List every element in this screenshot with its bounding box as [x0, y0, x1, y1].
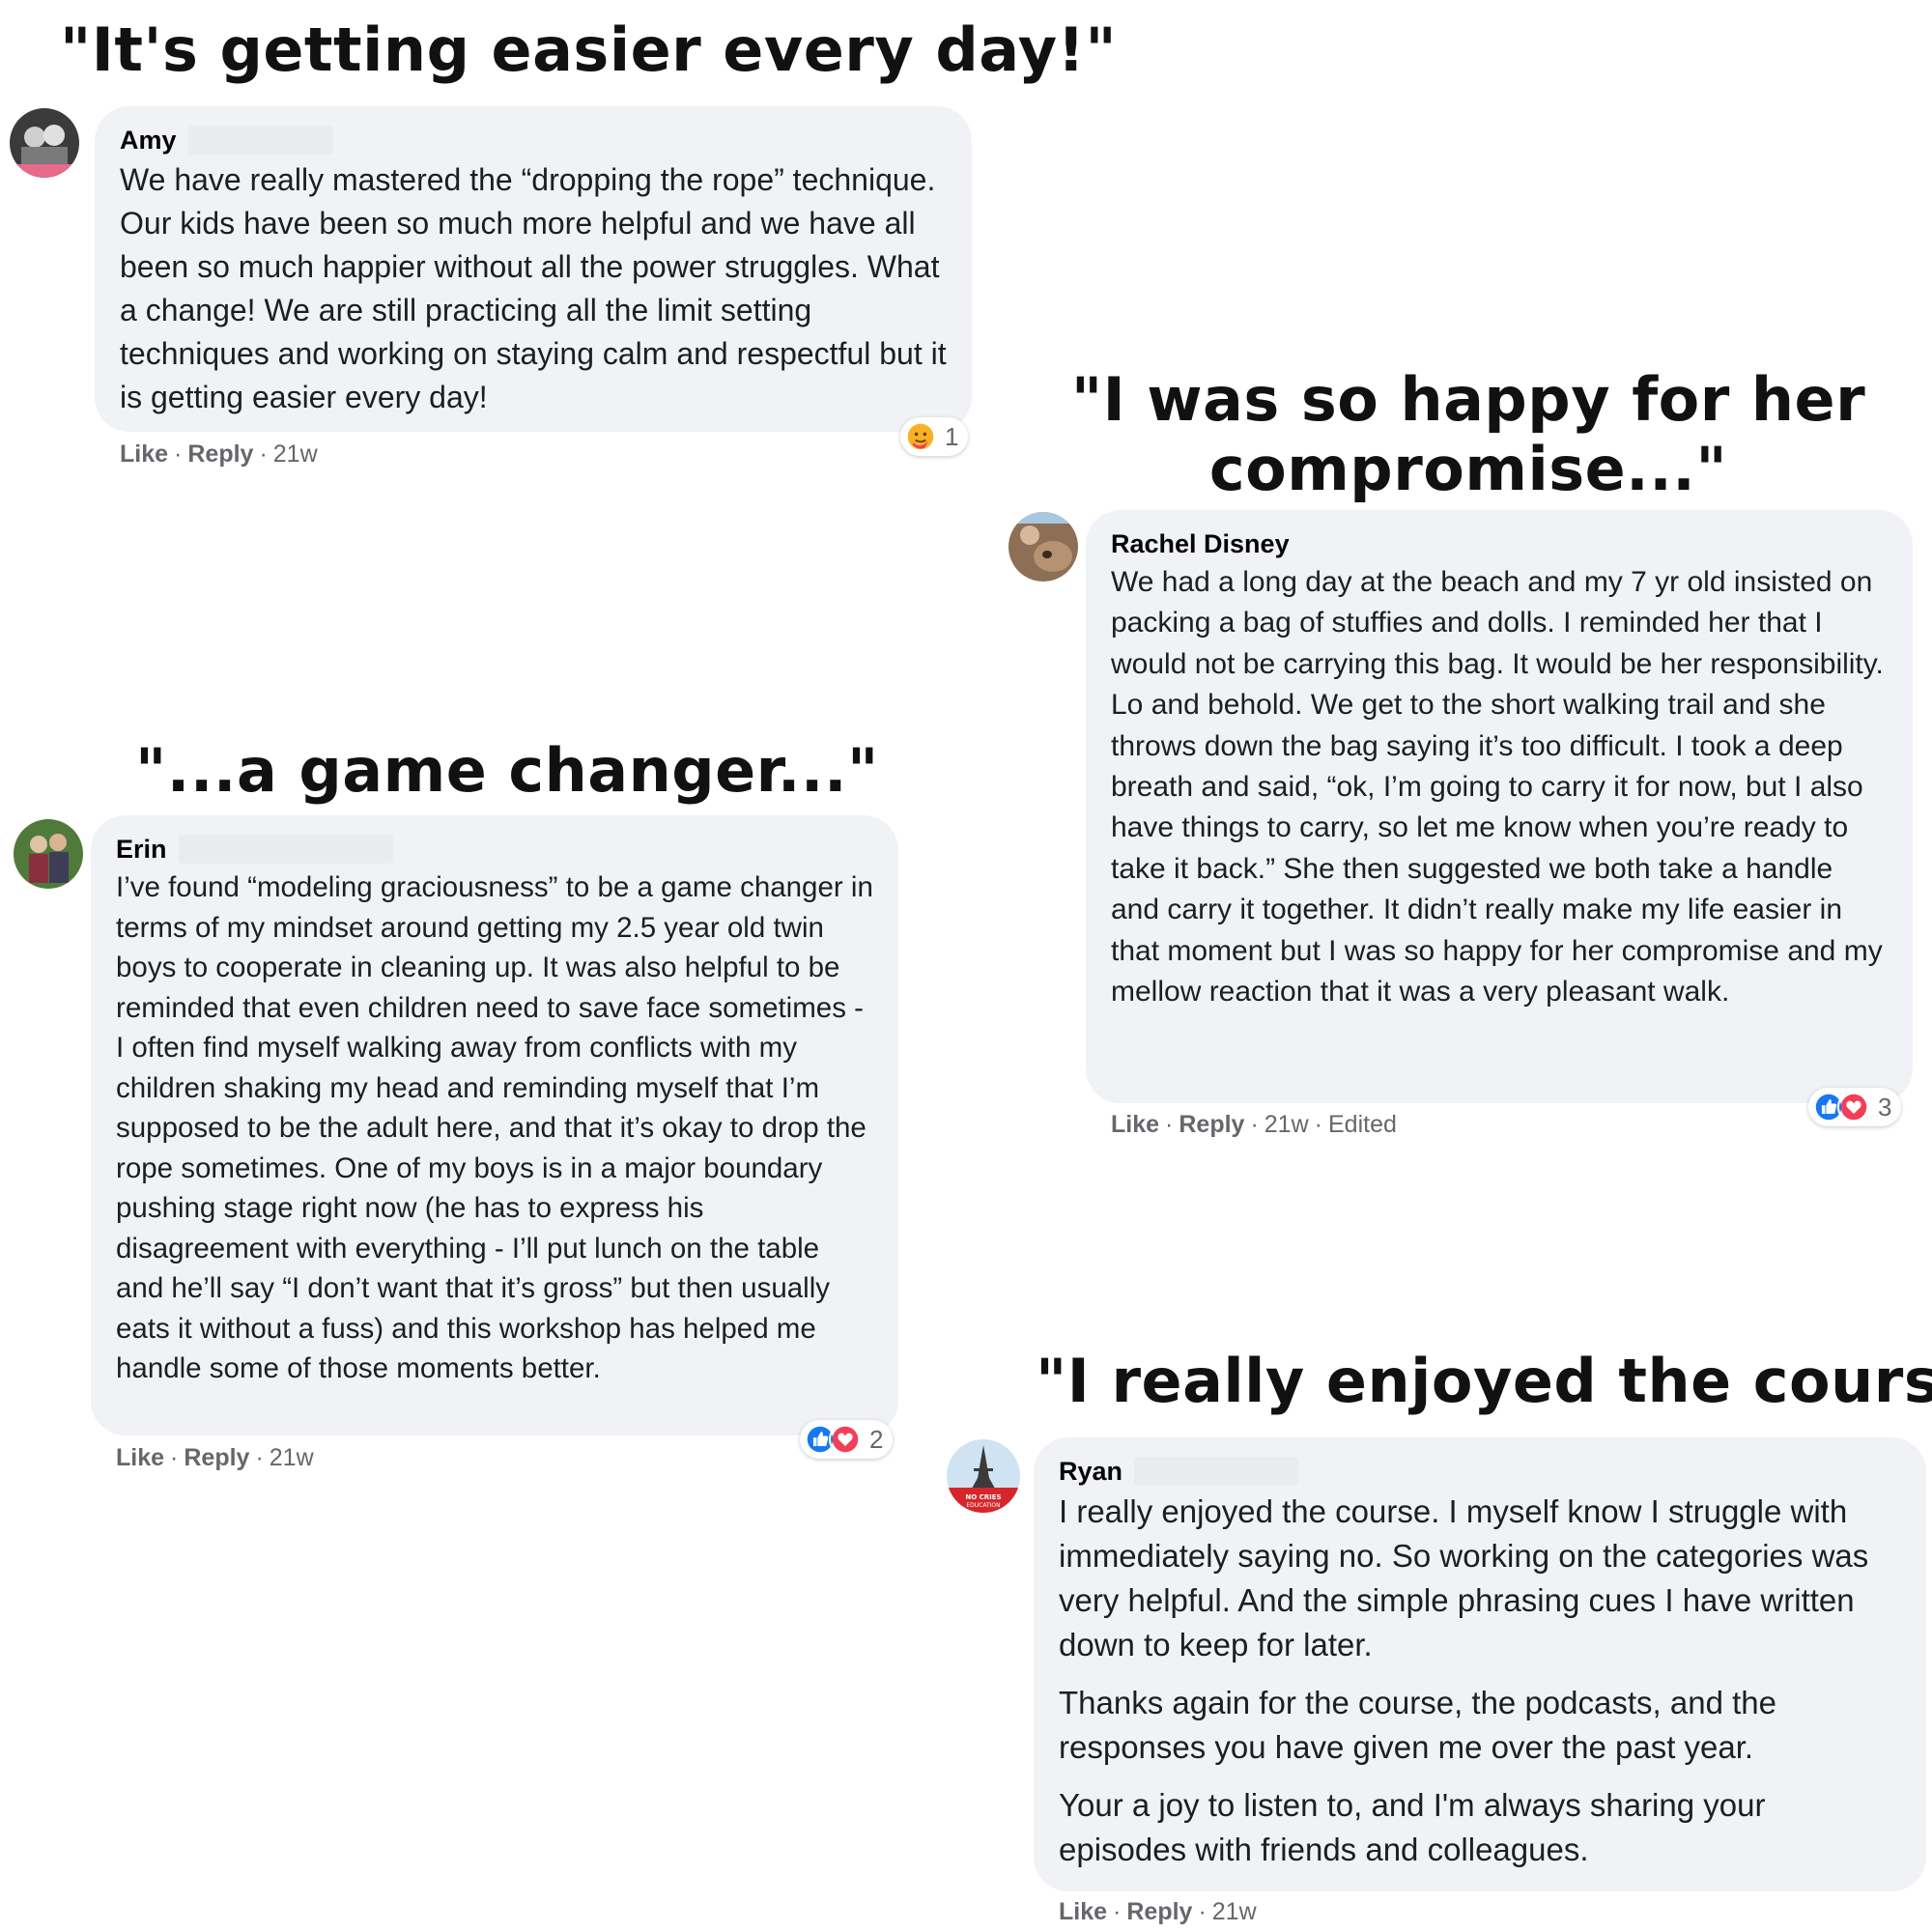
headline-rachel: "I was so happy for her compromise..." — [1070, 364, 1866, 504]
comment-paragraph-ryan-1: I really enjoyed the course. I myself kn… — [1059, 1493, 1869, 1662]
headline-ryan: "I really enjoyed the course" — [1036, 1346, 1932, 1416]
reaction-count-rachel: 3 — [1878, 1092, 1892, 1122]
author-name-amy[interactable]: Amy — [120, 124, 177, 156]
comment-author-ryan[interactable]: Ryan — [1059, 1455, 1901, 1488]
comment-author-erin[interactable]: Erin — [116, 833, 873, 866]
author-surname-redacted-erin — [178, 835, 393, 864]
comment-text-amy: We have really mastered the “dropping th… — [120, 162, 947, 414]
comment-text-rachel: We had a long day at the beach and my 7 … — [1111, 566, 1884, 1009]
comment-actions-ryan: Like · Reply · 21w — [1059, 1898, 1257, 1925]
comment-actions-amy: Like · Reply · 21w — [120, 440, 318, 468]
timestamp-erin[interactable]: 21w — [270, 1444, 314, 1471]
comment-bubble-ryan: Ryan I really enjoyed the course. I myse… — [1034, 1437, 1926, 1891]
avatar-amy[interactable] — [10, 108, 79, 178]
avatar-rachel[interactable] — [1009, 512, 1078, 582]
love-icon — [1837, 1091, 1870, 1123]
reaction-summary-rachel[interactable]: 3 — [1808, 1088, 1902, 1126]
svg-text:EDUCATION: EDUCATION — [966, 1502, 1000, 1509]
comment-bubble-erin: Erin I’ve found “modeling graciousness” … — [91, 815, 898, 1435]
svg-text:NO CRIES: NO CRIES — [965, 1493, 1001, 1501]
comment-actions-rachel: Like · Reply · 21w · Edited — [1111, 1111, 1397, 1138]
comment-actions-erin: Like · Reply · 21w — [116, 1444, 314, 1471]
reply-button-rachel[interactable]: Reply — [1179, 1111, 1244, 1138]
reply-button-amy[interactable]: Reply — [187, 440, 253, 468]
author-surname-redacted-ryan — [1134, 1457, 1299, 1486]
timestamp-amy[interactable]: 21w — [273, 440, 318, 468]
comment-bubble-rachel: Rachel Disney We had a long day at the b… — [1086, 510, 1913, 1103]
avatar-ryan-logo: NO CRIES EDUCATION — [947, 1439, 1020, 1513]
comment-author-rachel[interactable]: Rachel Disney — [1111, 527, 1888, 560]
comment-text-erin: I’ve found “modeling graciousness” to be… — [116, 871, 873, 1384]
care-icon — [904, 420, 937, 453]
avatar-amy-photo — [10, 108, 79, 178]
comment-paragraph-ryan-2: Thanks again for the course, the podcast… — [1059, 1685, 1776, 1765]
reaction-summary-amy[interactable]: 1 — [900, 417, 969, 456]
author-name-erin[interactable]: Erin — [116, 833, 167, 866]
reaction-count-amy: 1 — [945, 421, 959, 451]
author-surname-redacted-amy — [187, 126, 333, 155]
comment-bubble-amy: Amy We have really mastered the “droppin… — [95, 106, 972, 432]
avatar-erin[interactable] — [14, 819, 83, 889]
comment-author-amy[interactable]: Amy — [120, 124, 947, 156]
author-name-rachel[interactable]: Rachel Disney — [1111, 527, 1290, 560]
headline-erin: "...a game changer..." — [135, 735, 879, 806]
headline-amy: "It's getting easier every day!" — [60, 14, 1118, 85]
love-icon — [829, 1423, 862, 1456]
reaction-count-erin: 2 — [869, 1424, 884, 1454]
reply-button-ryan[interactable]: Reply — [1126, 1898, 1192, 1925]
like-button-rachel[interactable]: Like — [1111, 1111, 1159, 1138]
avatar-erin-photo — [14, 819, 83, 889]
avatar-rachel-photo — [1009, 512, 1078, 582]
like-button-erin[interactable]: Like — [116, 1444, 164, 1471]
avatar-ryan[interactable]: NO CRIES EDUCATION — [947, 1439, 1020, 1513]
author-name-ryan[interactable]: Ryan — [1059, 1455, 1122, 1488]
comment-paragraph-ryan-3: Your a joy to listen to, and I'm always … — [1059, 1787, 1766, 1867]
like-button-amy[interactable]: Like — [120, 440, 168, 468]
reaction-summary-erin[interactable]: 2 — [800, 1420, 894, 1459]
like-button-ryan[interactable]: Like — [1059, 1898, 1107, 1925]
reply-button-erin[interactable]: Reply — [184, 1444, 249, 1471]
edited-label-rachel[interactable]: Edited — [1328, 1111, 1397, 1138]
timestamp-rachel[interactable]: 21w — [1264, 1111, 1309, 1138]
timestamp-ryan[interactable]: 21w — [1212, 1898, 1257, 1925]
